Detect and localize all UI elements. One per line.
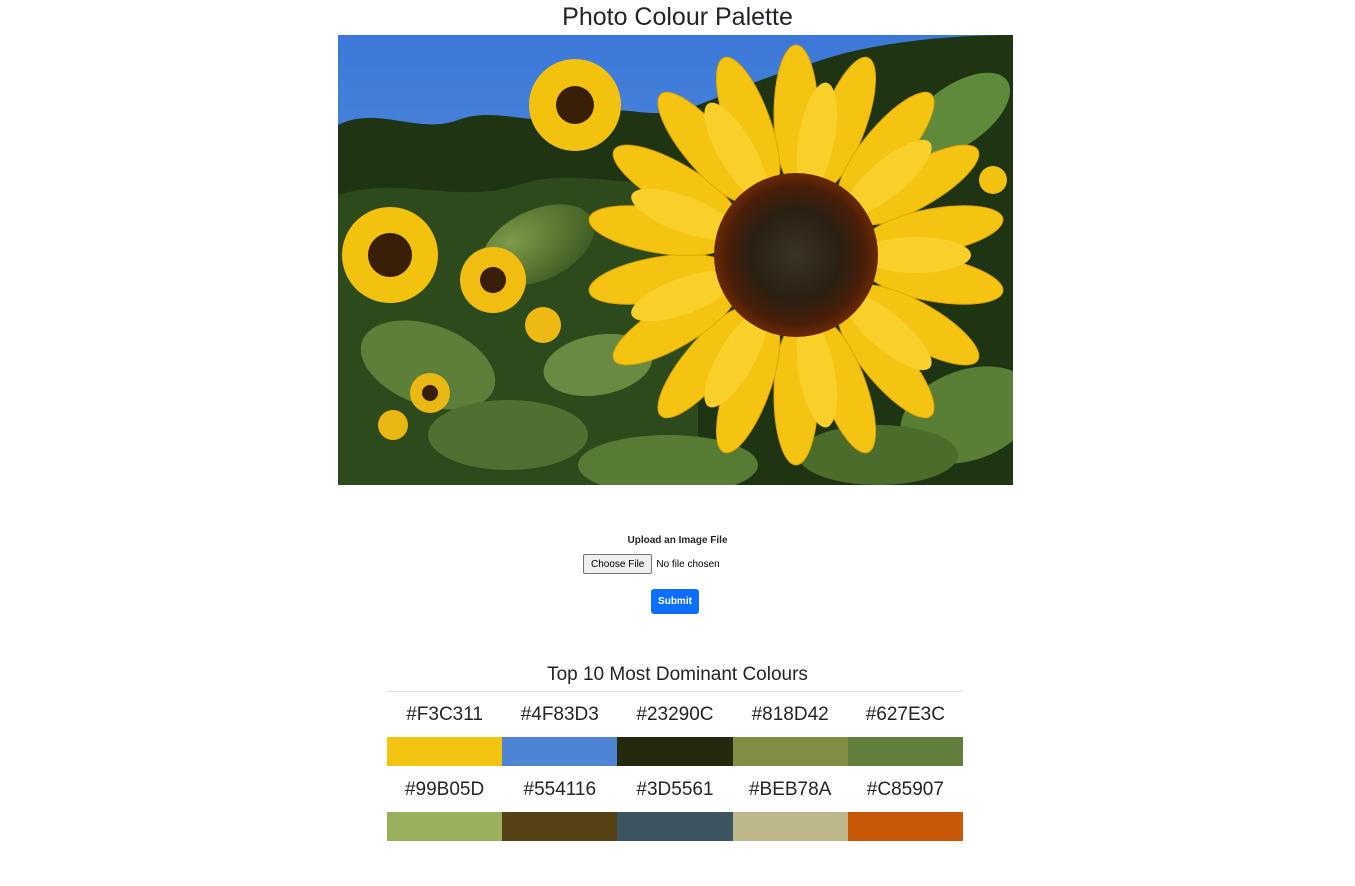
colour-swatch bbox=[502, 737, 618, 766]
colour-hex: #818D42 bbox=[751, 704, 829, 725]
colour-hex: #4F83D3 bbox=[520, 704, 599, 725]
palette-row-1: #F3C311 #4F83D3 #23290C #818D42 #627E3C bbox=[387, 700, 963, 766]
colour-hex: #F3C311 bbox=[406, 704, 483, 725]
page: Photo Colour Palette Upload an Image Fil… bbox=[0, 0, 1355, 886]
colour-cell: #C85907 bbox=[847, 775, 963, 841]
colour-cell: #99B05D bbox=[387, 775, 503, 841]
colour-swatch bbox=[847, 812, 963, 841]
sunflower-photo bbox=[338, 35, 1013, 485]
colour-hex: #C85907 bbox=[866, 779, 944, 800]
colour-swatch bbox=[387, 812, 503, 841]
file-status-text: No file chosen bbox=[656, 558, 720, 570]
colour-hex: #BEB78A bbox=[748, 779, 832, 800]
colour-hex: #627E3C bbox=[865, 704, 945, 725]
colour-hex: #23290C bbox=[636, 704, 714, 725]
colour-cell: #818D42 bbox=[732, 700, 848, 766]
colour-cell: #4F83D3 bbox=[502, 700, 618, 766]
colour-hex: #99B05D bbox=[404, 779, 485, 800]
colour-cell: #F3C311 bbox=[387, 700, 503, 766]
colour-swatch bbox=[387, 737, 503, 766]
colour-cell: #BEB78A bbox=[732, 775, 848, 841]
colour-hex: #554116 bbox=[523, 779, 597, 800]
colour-cell: #3D5561 bbox=[617, 775, 733, 841]
colour-swatch bbox=[847, 737, 963, 766]
file-input[interactable]: Choose File No file chosen bbox=[583, 554, 720, 574]
page-title: Photo Colour Palette bbox=[562, 3, 793, 31]
colour-swatch bbox=[617, 812, 733, 841]
colour-cell: #23290C bbox=[617, 700, 733, 766]
colour-cell: #554116 bbox=[502, 775, 618, 841]
colour-swatch bbox=[617, 737, 733, 766]
colour-hex: #3D5561 bbox=[636, 779, 714, 800]
choose-file-button[interactable]: Choose File bbox=[583, 554, 653, 574]
upload-label: Upload an Image File bbox=[627, 535, 728, 546]
colour-cell: #627E3C bbox=[847, 700, 963, 766]
colour-swatch bbox=[732, 812, 848, 841]
colour-swatch bbox=[502, 812, 618, 841]
palette-title: Top 10 Most Dominant Colours bbox=[547, 664, 808, 685]
colour-swatch bbox=[732, 737, 848, 766]
submit-button[interactable]: Submit bbox=[651, 589, 699, 614]
palette-row-2: #99B05D #554116 #3D5561 #BEB78A #C85907 bbox=[387, 775, 963, 841]
palette-divider bbox=[387, 691, 963, 692]
